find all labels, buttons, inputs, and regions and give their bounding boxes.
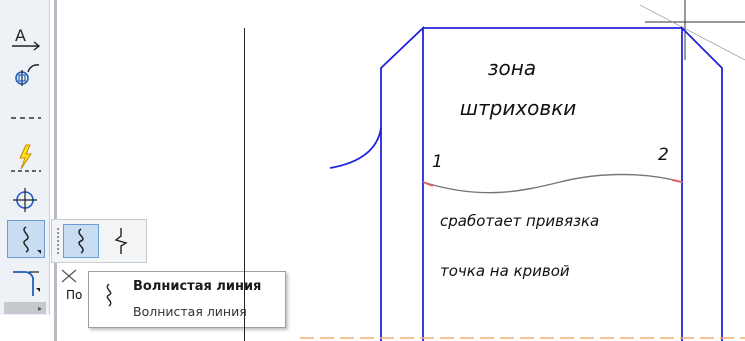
flyout-break-line-button[interactable] bbox=[104, 224, 140, 258]
tooltip-description: Волнистая линия bbox=[133, 304, 247, 319]
guide-line bbox=[639, 4, 745, 61]
left-toolbar: A ▸ bbox=[0, 0, 50, 315]
corner-arc-icon bbox=[13, 271, 40, 296]
scroll-right-icon[interactable]: ▸ bbox=[38, 304, 42, 313]
text-underline-icon: A bbox=[12, 26, 41, 51]
lightning-line-icon bbox=[11, 144, 41, 172]
note-line-2: точка на кривой bbox=[440, 262, 570, 280]
corner-arc-button[interactable] bbox=[9, 266, 43, 298]
close-cross-icon[interactable] bbox=[60, 268, 78, 284]
note-line-1: сработает привязка bbox=[440, 212, 599, 230]
wavy-line-icon bbox=[78, 228, 84, 254]
wavy-line-icon bbox=[23, 226, 41, 254]
line-type-flyout bbox=[51, 219, 147, 263]
hidden-button-label: По bbox=[66, 288, 83, 302]
break-line-icon bbox=[114, 228, 128, 254]
flyout-grip[interactable] bbox=[57, 228, 61, 254]
tooltip-title: Волнистая линия bbox=[133, 279, 262, 294]
zone-label-line2: штриховки bbox=[460, 96, 577, 120]
text-underline-button[interactable]: A bbox=[9, 24, 43, 56]
wavy-line bbox=[422, 173, 683, 194]
axis-line-button[interactable] bbox=[9, 102, 43, 134]
cad-drawing-canvas[interactable]: зона штриховки 1 2 сработает привязка то… bbox=[300, 0, 745, 341]
lightning-line-button[interactable] bbox=[9, 142, 43, 174]
flyout-wavy-line-button[interactable] bbox=[63, 224, 99, 258]
point-label-2: 2 bbox=[658, 145, 669, 165]
dashed-line-icon bbox=[11, 117, 41, 119]
zone-label-line1: зона bbox=[488, 56, 536, 80]
panel-divider bbox=[54, 0, 57, 341]
center-mark-icon bbox=[13, 188, 37, 212]
point-label-1: 1 bbox=[432, 152, 443, 172]
svg-text:A: A bbox=[15, 26, 26, 45]
wavy-line-button[interactable] bbox=[7, 220, 45, 258]
hole-symbol-icon bbox=[15, 64, 40, 86]
tooltip: Волнистая линия Волнистая линия bbox=[88, 271, 286, 328]
hole-symbol-button[interactable] bbox=[9, 58, 43, 90]
center-mark-button[interactable] bbox=[9, 184, 43, 216]
drawing-vertical-line bbox=[244, 28, 245, 341]
wavy-endpoint-2 bbox=[671, 179, 683, 183]
wavy-line-icon bbox=[106, 283, 112, 307]
